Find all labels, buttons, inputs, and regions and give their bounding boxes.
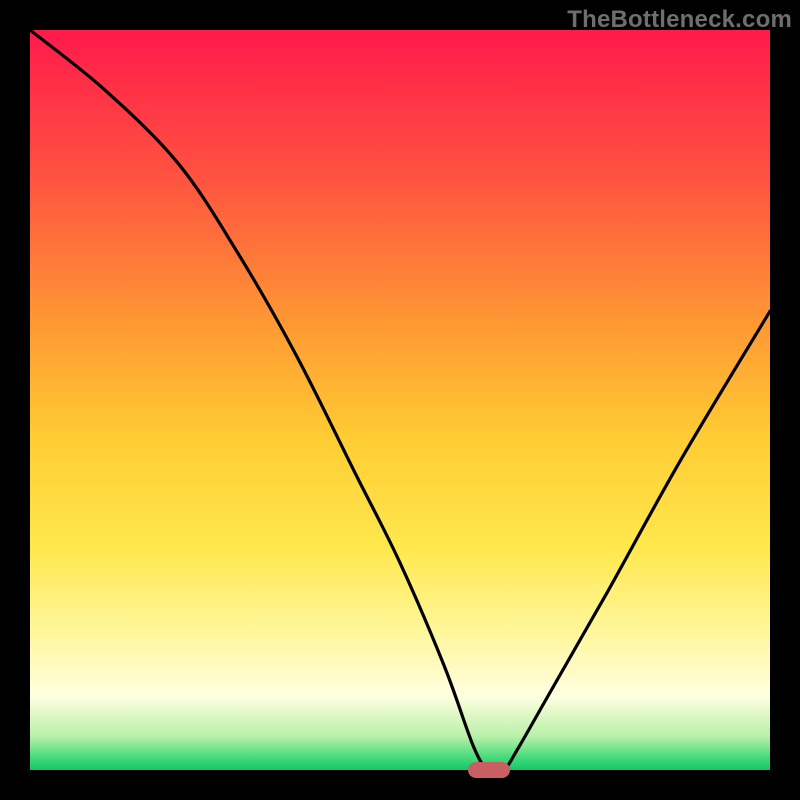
watermark-text: TheBottleneck.com — [567, 6, 792, 34]
plot-area — [30, 30, 770, 770]
chart-frame: { "watermark": "TheBottleneck.com", "col… — [0, 0, 800, 800]
bottleneck-curve — [30, 30, 770, 770]
optimum-marker — [468, 762, 510, 778]
